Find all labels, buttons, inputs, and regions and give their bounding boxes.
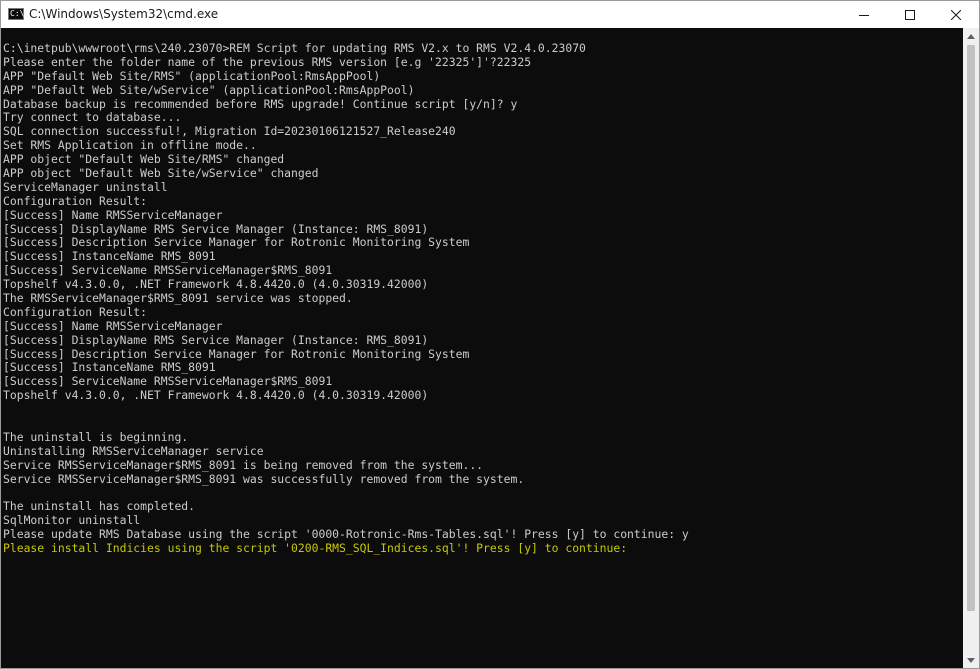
console-lines: C:\inetpub\wwwroot\rms\240.23070>REM Scr… (3, 41, 689, 556)
console-line: The uninstall has completed. (3, 499, 196, 514)
console-line: Please update RMS Database using the scr… (3, 527, 689, 542)
console-line: Service RMSServiceManager$RMS_8091 was s… (3, 471, 525, 486)
console-line: Configuration Result: (3, 304, 148, 319)
console-line: Topshelf v4.3.0.0, .NET Framework 4.8.44… (3, 388, 429, 403)
window-title: C:\Windows\System32\cmd.exe (29, 7, 219, 21)
console-line: [Success] InstanceName RMS_8091 (3, 360, 216, 375)
console-line: [Success] DisplayName RMS Service Manage… (3, 332, 429, 347)
console-prompt-line: Please install Indicies using the script… (3, 541, 628, 556)
scroll-up-button[interactable] (963, 28, 979, 44)
console-line: APP "Default Web Site/RMS" (applicationP… (3, 68, 381, 83)
cmd-icon[interactable]: C:\ (8, 8, 24, 20)
console-line: SQL connection successful!, Migration Id… (3, 124, 456, 139)
console-line: [Success] Description Service Manager fo… (3, 346, 470, 361)
scroll-down-button[interactable] (963, 652, 979, 668)
console-line: ServiceManager uninstall (3, 179, 168, 194)
console-line: Database backup is recommended before RM… (3, 96, 518, 111)
minimize-icon (859, 14, 869, 16)
console-line: [Success] Name RMSServiceManager (3, 318, 223, 333)
console-line: Configuration Result: (3, 193, 148, 208)
console-line: The uninstall is beginning. (3, 429, 189, 444)
minimize-button[interactable] (841, 1, 887, 28)
title-bar[interactable]: C:\ C:\Windows\System32\cmd.exe (1, 1, 979, 28)
maximize-icon (905, 9, 915, 20)
console-line: [Success] ServiceName RMSServiceManager$… (3, 263, 333, 278)
console-line: [Success] Description Service Manager fo… (3, 235, 470, 250)
console-line: [Success] InstanceName RMS_8091 (3, 249, 216, 264)
console-line: Topshelf v4.3.0.0, .NET Framework 4.8.44… (3, 277, 429, 292)
console-line: Uninstalling RMSServiceManager service (3, 443, 264, 458)
console-line: Please enter the folder name of the prev… (3, 54, 532, 69)
console-line: APP object "Default Web Site/RMS" change… (3, 152, 285, 167)
scroll-up-arrow-icon (967, 33, 975, 39)
maximize-button[interactable] (887, 1, 933, 28)
close-icon (951, 9, 961, 20)
console-line: The RMSServiceManager$RMS_8091 service w… (3, 291, 353, 306)
scroll-thumb[interactable] (967, 45, 975, 611)
console-line: C:\inetpub\wwwroot\rms\240.23070>REM Scr… (3, 41, 586, 55)
console-line: Service RMSServiceManager$RMS_8091 is be… (3, 457, 484, 472)
cmd-window: C:\ C:\Windows\System32\cmd.exe C:\inetp… (0, 0, 980, 669)
close-button[interactable] (933, 1, 979, 28)
console-line: Set RMS Application in offline mode.. (3, 138, 257, 153)
scroll-down-arrow-icon (967, 657, 975, 663)
console-output[interactable]: C:\inetpub\wwwroot\rms\240.23070>REM Scr… (1, 28, 963, 668)
console-line: Try connect to database... (3, 110, 182, 125)
console-line: [Success] Name RMSServiceManager (3, 207, 223, 222)
vertical-scrollbar[interactable] (963, 28, 979, 668)
console-line: APP object "Default Web Site/wService" c… (3, 166, 319, 181)
cmd-icon-glyph: C:\ (10, 9, 25, 18)
console-line: APP "Default Web Site/wService" (applica… (3, 82, 415, 97)
console-line: [Success] DisplayName RMS Service Manage… (3, 221, 429, 236)
console-line: SqlMonitor uninstall (3, 513, 141, 528)
console-line: [Success] ServiceName RMSServiceManager$… (3, 374, 333, 389)
